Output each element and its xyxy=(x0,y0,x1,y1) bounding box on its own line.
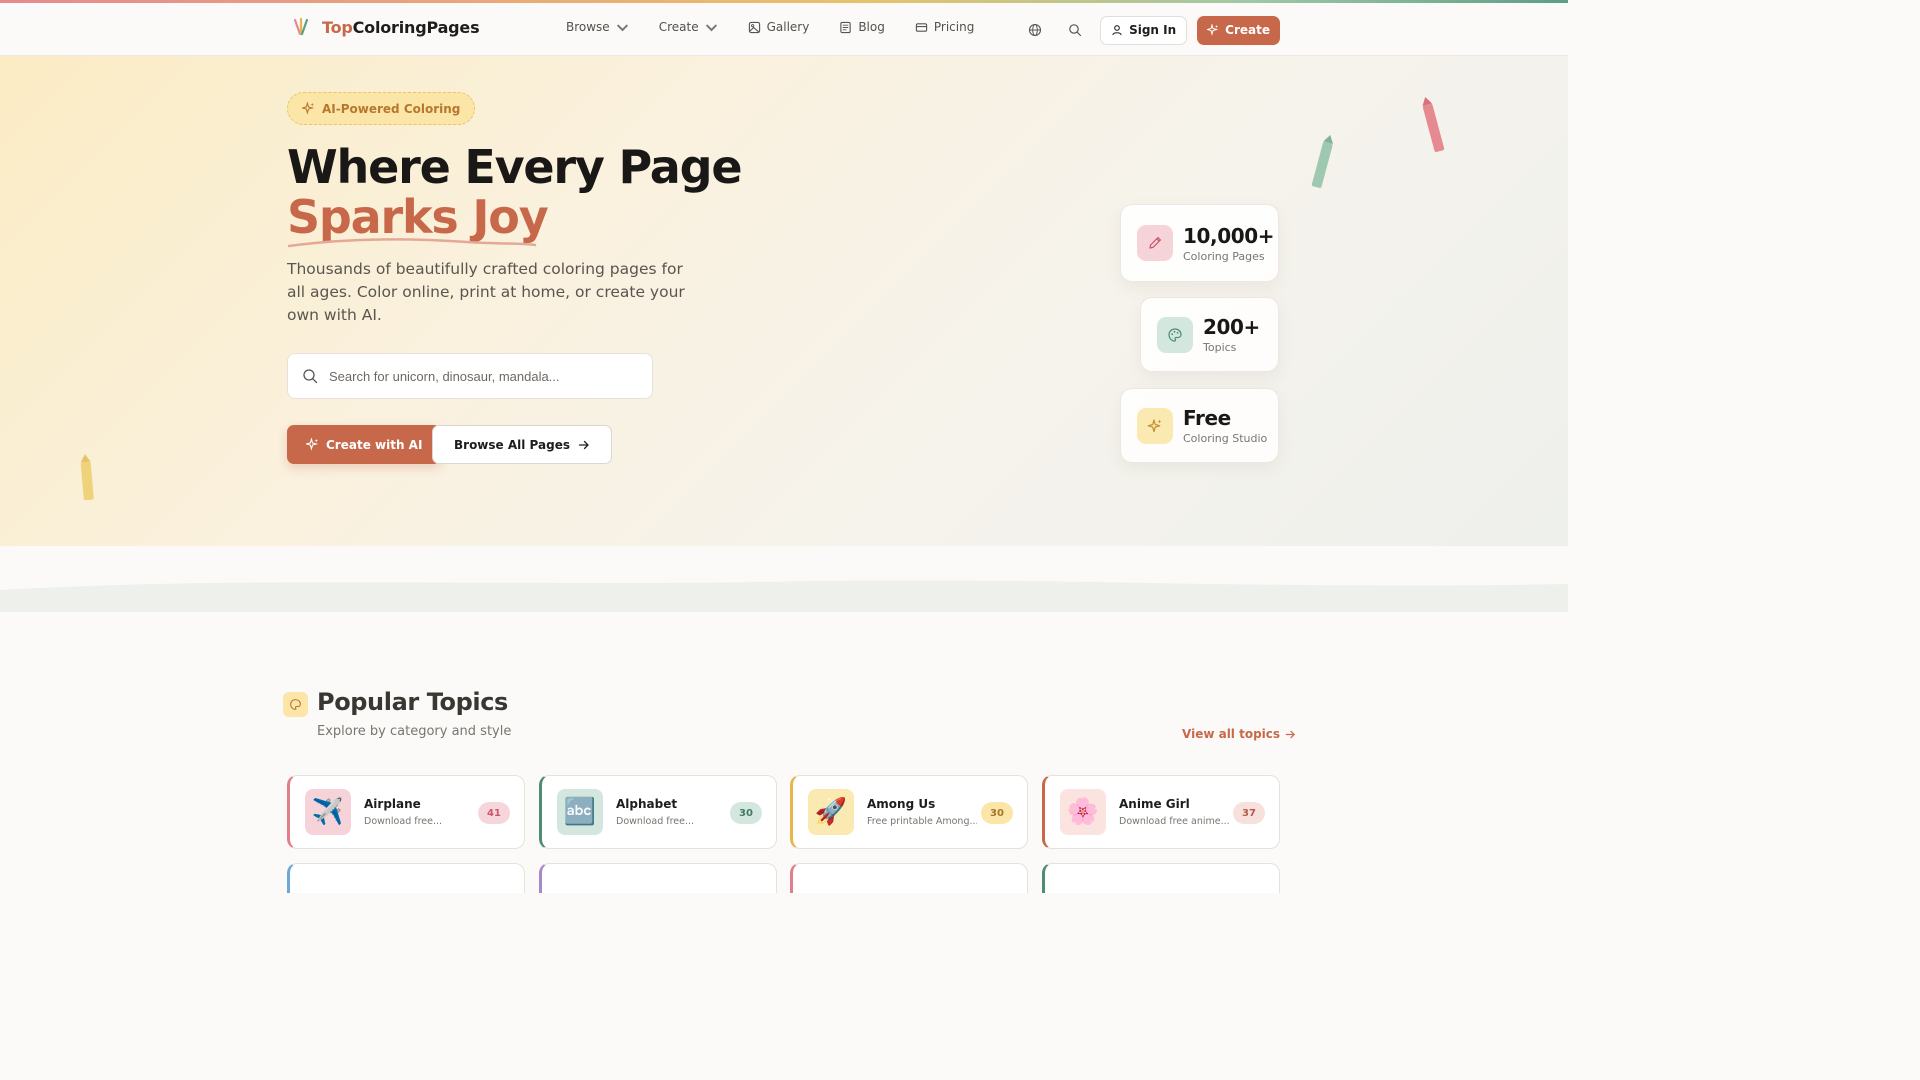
stat-card-pages: 10,000+ Coloring Pages xyxy=(1120,204,1279,282)
sparkles-icon xyxy=(1147,418,1162,432)
create-button[interactable]: Create xyxy=(1197,15,1280,45)
topic-count-badge: 30 xyxy=(730,802,762,824)
palette-icon xyxy=(290,699,301,710)
search-icon xyxy=(303,369,318,384)
topic-card-anime-girl[interactable]: 🌸 Anime Girl Download free anime... 37 xyxy=(1042,775,1280,849)
topic-card-partial[interactable] xyxy=(1042,863,1280,893)
topic-card-partial[interactable] xyxy=(790,863,1028,893)
nav-browse[interactable]: Browse xyxy=(566,20,629,34)
crayon-decoration-icon xyxy=(80,454,94,501)
header-actions: Sign In Create xyxy=(1020,15,1280,45)
stat-icon-bg xyxy=(1137,225,1173,261)
create-with-ai-button[interactable]: Create with AI xyxy=(287,425,442,464)
browse-all-pages-button[interactable]: Browse All Pages xyxy=(432,425,612,464)
squiggle-underline xyxy=(287,238,537,248)
main-nav: Browse Create Gallery Blog Pricing xyxy=(566,20,974,34)
popular-topics-subtitle: Explore by category and style xyxy=(317,724,512,739)
topic-card-alphabet[interactable]: 🔤 Alphabet Download free... 30 xyxy=(539,775,777,849)
user-icon xyxy=(1112,25,1122,36)
ai-powered-badge: AI-Powered Coloring xyxy=(287,92,476,125)
hero-title-line1: Where Every Page xyxy=(287,140,743,194)
nav-blog[interactable]: Blog xyxy=(839,20,885,34)
pencil-icon xyxy=(1149,237,1161,249)
nav-create[interactable]: Create xyxy=(659,20,718,34)
globe-icon xyxy=(1029,23,1042,37)
language-button[interactable] xyxy=(1020,15,1050,45)
hero-description: Thousands of beautifully crafted colorin… xyxy=(287,260,685,324)
view-all-topics-link[interactable]: View all topics xyxy=(1182,727,1296,741)
topic-count-badge: 37 xyxy=(1233,802,1265,824)
topic-card-partial[interactable] xyxy=(287,863,525,893)
palette-badge xyxy=(283,692,308,717)
sparkles-icon xyxy=(302,102,315,115)
popular-topics-title: Popular Topics xyxy=(317,688,508,716)
nav-pricing[interactable]: Pricing xyxy=(915,20,974,34)
crayon-decoration-icon xyxy=(1422,97,1445,152)
topic-card-airplane[interactable]: ✈️ Airplane Download free... 41 xyxy=(287,775,525,849)
crayon-decoration-icon xyxy=(1311,134,1334,188)
newspaper-icon xyxy=(840,21,852,33)
logo[interactable]: TopColoringPages xyxy=(290,16,480,38)
image-icon xyxy=(748,21,760,33)
arrow-right-icon xyxy=(1285,730,1296,738)
nav-gallery[interactable]: Gallery xyxy=(748,20,809,34)
hero-section xyxy=(0,56,1568,546)
sign-in-button[interactable]: Sign In xyxy=(1100,15,1188,45)
crayons-logo-icon xyxy=(293,17,309,36)
topic-count-badge: 41 xyxy=(478,802,510,824)
hero-search-box xyxy=(287,353,653,399)
hero-search-input[interactable] xyxy=(329,368,629,384)
search-button[interactable] xyxy=(1060,15,1090,45)
arrow-right-icon xyxy=(578,440,589,449)
stat-icon-bg xyxy=(1157,316,1193,353)
chevron-down-icon xyxy=(705,23,717,31)
sparkles-icon xyxy=(306,438,319,451)
topic-thumbnail: ✈️ xyxy=(305,789,351,835)
topic-count-badge: 30 xyxy=(981,802,1013,824)
topic-thumbnail: 🌸 xyxy=(1060,789,1106,835)
topic-card-partial[interactable] xyxy=(539,863,777,893)
wave-divider xyxy=(0,546,1568,612)
brand-name: TopColoringPages xyxy=(322,17,480,37)
stat-card-topics: 200+ Topics xyxy=(1140,297,1279,372)
stat-card-studio: Free Coloring Studio xyxy=(1120,388,1279,463)
topic-card-among-us[interactable]: 🚀 Among Us Free printable Among... 30 xyxy=(790,775,1028,849)
topic-thumbnail: 🚀 xyxy=(808,789,854,835)
site-header: TopColoringPages Browse Create Gallery B… xyxy=(0,3,1568,56)
stat-icon-bg xyxy=(1137,407,1173,444)
sparkles-icon xyxy=(1207,24,1219,36)
topic-thumbnail: 🔤 xyxy=(557,789,603,835)
search-icon xyxy=(1069,24,1082,37)
palette-icon xyxy=(1168,327,1182,342)
chevron-down-icon xyxy=(616,23,628,31)
credit-card-icon xyxy=(915,22,928,32)
